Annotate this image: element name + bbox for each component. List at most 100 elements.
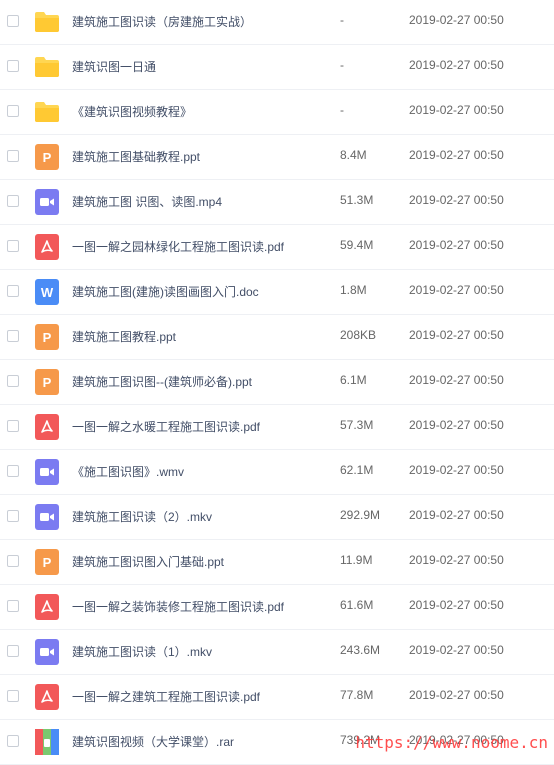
file-row[interactable]: 建筑施工图识读（2）.mkv 292.9M 2019-02-27 00:50: [0, 495, 554, 540]
file-row[interactable]: W 建筑施工图(建施)读图画图入门.doc 1.8M 2019-02-27 00:50: [0, 270, 554, 315]
file-row[interactable]: P 建筑施工图识图--(建筑师必备).ppt 6.1M 2019-02-27 00:5…: [0, 360, 554, 405]
file-size: -: [340, 103, 344, 117]
file-size: 6.1M: [340, 373, 367, 387]
video-file-icon: [35, 459, 59, 485]
row-checkbox[interactable]: [7, 60, 19, 72]
row-checkbox[interactable]: [7, 690, 19, 702]
modified-date: 2019-02-27 00:50: [409, 373, 504, 387]
file-row[interactable]: 一图一解之水暖工程施工图识读.pdf 57.3M 2019-02-27 00:50: [0, 405, 554, 450]
row-checkbox[interactable]: [7, 150, 19, 162]
file-row[interactable]: 建筑施工图识读（1）.mkv 243.6M 2019-02-27 00:50: [0, 630, 554, 675]
modified-date: 2019-02-27 00:50: [409, 103, 504, 117]
modified-date: 2019-02-27 00:50: [409, 688, 504, 702]
file-name[interactable]: 建筑施工图识图--(建筑师必备).ppt: [72, 373, 252, 390]
modified-date: 2019-02-27 00:50: [409, 598, 504, 612]
pdf-file-icon: [35, 594, 59, 620]
row-checkbox[interactable]: [7, 285, 19, 297]
row-checkbox[interactable]: [7, 240, 19, 252]
row-checkbox[interactable]: [7, 555, 19, 567]
modified-date: 2019-02-27 00:50: [409, 148, 504, 162]
file-size: 243.6M: [340, 643, 381, 657]
file-size: 61.6M: [340, 598, 374, 612]
row-checkbox[interactable]: [7, 735, 19, 747]
modified-date: 2019-02-27 00:50: [409, 508, 504, 522]
pdf-file-icon: [35, 414, 59, 440]
file-size: 51.3M: [340, 193, 374, 207]
row-checkbox[interactable]: [7, 645, 19, 657]
modified-date: 2019-02-27 00:50: [409, 283, 504, 297]
file-size: 62.1M: [340, 463, 374, 477]
modified-date: 2019-02-27 00:50: [409, 13, 504, 27]
folder-icon: [34, 101, 60, 123]
row-checkbox[interactable]: [7, 600, 19, 612]
ppt-file-icon: P: [35, 324, 59, 350]
row-checkbox[interactable]: [7, 195, 19, 207]
file-name[interactable]: 建筑识图视频（大学课堂）.rar: [72, 733, 234, 750]
file-row[interactable]: 《建筑识图视频教程》 - 2019-02-27 00:50: [0, 90, 554, 135]
file-size: 1.8M: [340, 283, 367, 297]
file-row[interactable]: 一图一解之园林绿化工程施工图识读.pdf 59.4M 2019-02-27 00:5…: [0, 225, 554, 270]
file-name[interactable]: 建筑施工图教程.ppt: [72, 328, 176, 345]
file-list: 建筑施工图识读（房建施工实战） - 2019-02-27 00:50 建筑识图一日通 -…: [0, 0, 554, 765]
file-name[interactable]: 一图一解之园林绿化工程施工图识读.pdf: [72, 238, 284, 255]
file-size: 57.3M: [340, 418, 374, 432]
modified-date: 2019-02-27 00:50: [409, 193, 504, 207]
file-row[interactable]: P 建筑施工图识图入门基础.ppt 11.9M 2019-02-27 00:50: [0, 540, 554, 585]
file-name[interactable]: 建筑施工图识图入门基础.ppt: [72, 553, 224, 570]
ppt-file-icon: P: [35, 144, 59, 170]
file-size: -: [340, 13, 344, 27]
row-checkbox[interactable]: [7, 465, 19, 477]
file-size: 8.4M: [340, 148, 367, 162]
file-size: 292.9M: [340, 508, 381, 522]
pdf-file-icon: [35, 684, 59, 710]
folder-icon: [34, 56, 60, 78]
row-checkbox[interactable]: [7, 15, 19, 27]
modified-date: 2019-02-27 00:50: [409, 643, 504, 657]
file-name[interactable]: 建筑施工图(建施)读图画图入门.doc: [72, 283, 259, 300]
file-row[interactable]: 建筑识图一日通 - 2019-02-27 00:50: [0, 45, 554, 90]
file-row[interactable]: P 建筑施工图教程.ppt 208KB 2019-02-27 00:50: [0, 315, 554, 360]
watermark-text: https://www.noome.cn: [355, 733, 548, 752]
video-file-icon: [35, 639, 59, 665]
row-checkbox[interactable]: [7, 510, 19, 522]
file-name[interactable]: 一图一解之建筑工程施工图识读.pdf: [72, 688, 260, 705]
file-name[interactable]: 建筑识图一日通: [72, 58, 156, 75]
modified-date: 2019-02-27 00:50: [409, 328, 504, 342]
file-name[interactable]: 一图一解之装饰装修工程施工图识读.pdf: [72, 598, 284, 615]
file-row[interactable]: 建筑施工图 识图、读图.mp4 51.3M 2019-02-27 00:50: [0, 180, 554, 225]
archive-file-icon: [35, 729, 59, 755]
file-name[interactable]: 建筑施工图基础教程.ppt: [72, 148, 200, 165]
modified-date: 2019-02-27 00:50: [409, 58, 504, 72]
video-file-icon: [35, 504, 59, 530]
ppt-file-icon: P: [35, 369, 59, 395]
folder-icon: [34, 11, 60, 33]
file-size: 11.9M: [340, 553, 373, 567]
file-name[interactable]: 建筑施工图识读（1）.mkv: [72, 643, 212, 660]
file-row[interactable]: 一图一解之装饰装修工程施工图识读.pdf 61.6M 2019-02-27 00:5…: [0, 585, 554, 630]
row-checkbox[interactable]: [7, 105, 19, 117]
file-row[interactable]: P 建筑施工图基础教程.ppt 8.4M 2019-02-27 00:50: [0, 135, 554, 180]
file-name[interactable]: 建筑施工图识读（房建施工实战）: [72, 13, 252, 30]
ppt-file-icon: P: [35, 549, 59, 575]
pdf-file-icon: [35, 234, 59, 260]
file-size: 77.8M: [340, 688, 374, 702]
modified-date: 2019-02-27 00:50: [409, 553, 504, 567]
file-name[interactable]: 一图一解之水暖工程施工图识读.pdf: [72, 418, 260, 435]
file-name[interactable]: 《施工图识图》.wmv: [72, 463, 184, 480]
file-row[interactable]: 建筑施工图识读（房建施工实战） - 2019-02-27 00:50: [0, 0, 554, 45]
video-file-icon: [35, 189, 59, 215]
row-checkbox[interactable]: [7, 375, 19, 387]
row-checkbox[interactable]: [7, 420, 19, 432]
file-name[interactable]: 建筑施工图 识图、读图.mp4: [72, 193, 222, 210]
file-size: 208KB: [340, 328, 377, 342]
modified-date: 2019-02-27 00:50: [409, 463, 504, 477]
modified-date: 2019-02-27 00:50: [409, 238, 504, 252]
word-file-icon: W: [35, 279, 59, 305]
modified-date: 2019-02-27 00:50: [409, 418, 504, 432]
file-name[interactable]: 建筑施工图识读（2）.mkv: [72, 508, 212, 525]
row-checkbox[interactable]: [7, 330, 19, 342]
file-name[interactable]: 《建筑识图视频教程》: [72, 103, 192, 120]
file-size: -: [340, 58, 344, 72]
file-row[interactable]: 《施工图识图》.wmv 62.1M 2019-02-27 00:50: [0, 450, 554, 495]
file-row[interactable]: 一图一解之建筑工程施工图识读.pdf 77.8M 2019-02-27 00:50: [0, 675, 554, 720]
